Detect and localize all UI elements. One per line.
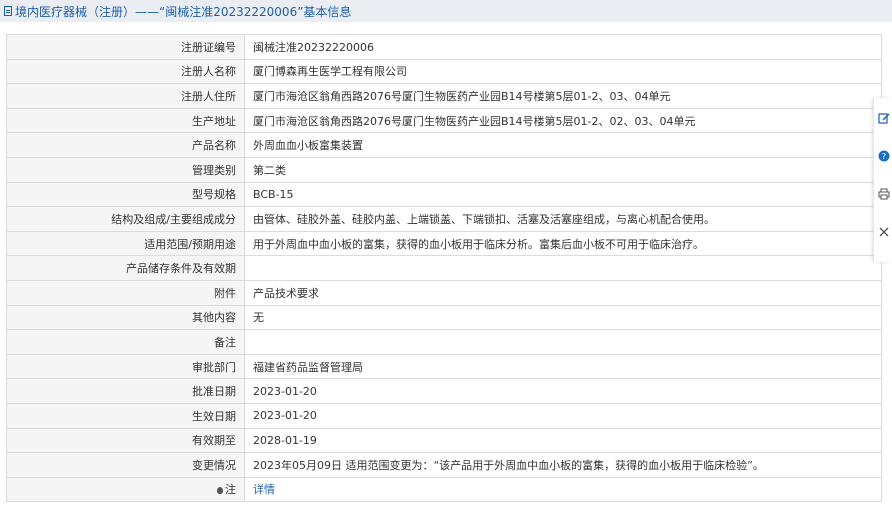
bulb-icon: [217, 487, 223, 495]
field-value: 2023年05月09日 适用范围变更为：“该产品用于外周血中血小板的富集，获得的…: [244, 452, 882, 478]
side-toolbar: ?: [873, 98, 892, 262]
document-icon: [4, 6, 12, 16]
edit-icon: [877, 113, 889, 124]
field-label: 注册人住所: [6, 83, 245, 109]
table-row: 生效日期 2023-01-20: [6, 402, 882, 429]
field-value: 产品技术要求: [244, 279, 882, 306]
print-button[interactable]: [874, 182, 892, 206]
field-value: 闽械注准20232220006: [244, 34, 882, 60]
table-row: 审批部门 福建省药品监督管理局: [6, 353, 882, 380]
field-label: 批准日期: [6, 378, 245, 404]
field-value: 厦门市海沧区翁角西路2076号厦门生物医药产业园B14号楼第5层01-2、02、…: [244, 107, 882, 134]
field-label: 型号规格: [6, 181, 245, 208]
table-row: 备注: [6, 329, 882, 355]
info-table: 注册证编号 闽械注准20232220006 注册人名称 厦门博森再生医学工程有限公司注…: [6, 34, 882, 503]
table-row: 注册证编号 闽械注准20232220006: [6, 34, 882, 60]
print-icon: [878, 188, 889, 200]
table-row: 批准日期 2023-01-20: [6, 378, 882, 404]
field-value: 2028-01-19: [244, 427, 882, 454]
field-label: 其他内容: [6, 304, 245, 331]
table-row: 有效期至 2028-01-19: [6, 427, 882, 454]
field-label: 适用范围/预期用途: [6, 230, 245, 257]
table-row: 变更情况 2023年05月09日 适用范围变更为：“该产品用于外周血中血小板的富集…: [6, 452, 882, 478]
field-value: 2023-01-20: [244, 402, 882, 429]
field-label: 产品名称: [6, 132, 245, 158]
edit-button[interactable]: [874, 106, 892, 130]
field-value: BCB-15: [244, 181, 882, 208]
field-value: [244, 255, 882, 281]
field-label: 生产地址: [6, 107, 245, 134]
field-value: [244, 329, 882, 355]
field-value: 由管体、硅胶外盖、硅胶内盖、上端锁盖、下端锁扣、活塞及活塞座组成，与离心机配合使…: [244, 206, 882, 232]
table-row: 其他内容无: [6, 304, 882, 331]
field-label: 管理类别: [6, 156, 245, 183]
field-label: 注册证编号: [6, 34, 245, 60]
field-value: 用于外周血中血小板的富集，获得的血小板用于临床分析。富集后血小板不可用于临床治疗…: [244, 230, 882, 257]
close-button[interactable]: [874, 220, 892, 244]
field-label: 备注: [6, 329, 245, 355]
details-link[interactable]: 详情: [253, 483, 275, 496]
field-value: 厦门市海沧区翁角西路2076号厦门生物医药产业园B14号楼第5层01-2、03、…: [244, 83, 882, 109]
field-label: 结构及组成/主要组成成分: [6, 206, 245, 232]
table-row: 管理类别 第二类: [6, 156, 882, 183]
field-value: 福建省药品监督管理局: [244, 353, 882, 380]
field-label: 附件: [6, 279, 245, 306]
table-row-note: 注 详情: [6, 476, 882, 503]
field-value: 2023-01-20: [244, 378, 882, 404]
field-label: 有效期至: [6, 427, 245, 454]
note-label: 注: [225, 483, 236, 497]
table-row: 附件 产品技术要求: [6, 279, 882, 306]
note-value-cell: 详情: [244, 476, 882, 503]
field-value: 厦门博森再生医学工程有限公司: [244, 58, 882, 85]
field-value: 无: [244, 304, 882, 331]
help-icon: ?: [878, 150, 889, 162]
note-label-cell: 注: [6, 476, 245, 503]
page-title: 境内医疗器械（注册）——“闽械注准20232220006”基本信息: [15, 4, 352, 19]
table-row: 产品储存条件及有效期: [6, 255, 882, 281]
table-row: 生产地址 厦门市海沧区翁角西路2076号厦门生物医药产业园B14号楼第5层01-2…: [6, 107, 882, 134]
table-row: 注册人住所 厦门市海沧区翁角西路2076号厦门生物医药产业园B14号楼第5层01-…: [6, 83, 882, 109]
field-label: 注册人名称: [6, 58, 245, 85]
table-row: 结构及组成/主要组成成分 由管体、硅胶外盖、硅胶内盖、上端锁盖、下端锁扣、活塞及活…: [6, 206, 882, 232]
close-icon: [879, 227, 888, 237]
table-row: 适用范围/预期用途 用于外周血中血小板的富集，获得的血小板用于临床分析。富集后血小…: [6, 230, 882, 257]
svg-text:?: ?: [881, 152, 885, 161]
table-row: 型号规格 BCB-15: [6, 181, 882, 208]
field-label: 产品储存条件及有效期: [6, 255, 245, 281]
field-label: 变更情况: [6, 452, 245, 478]
table-row: 产品名称 外周血血小板富集装置: [6, 132, 882, 158]
help-button[interactable]: ?: [874, 144, 892, 168]
field-value: 外周血血小板富集装置: [244, 132, 882, 158]
page-title-bar: 境内医疗器械（注册）——“闽械注准20232220006”基本信息: [0, 0, 892, 22]
field-label: 审批部门: [6, 353, 245, 380]
field-value: 第二类: [244, 156, 882, 183]
field-label: 生效日期: [6, 402, 245, 429]
table-row: 注册人名称 厦门博森再生医学工程有限公司: [6, 58, 882, 85]
